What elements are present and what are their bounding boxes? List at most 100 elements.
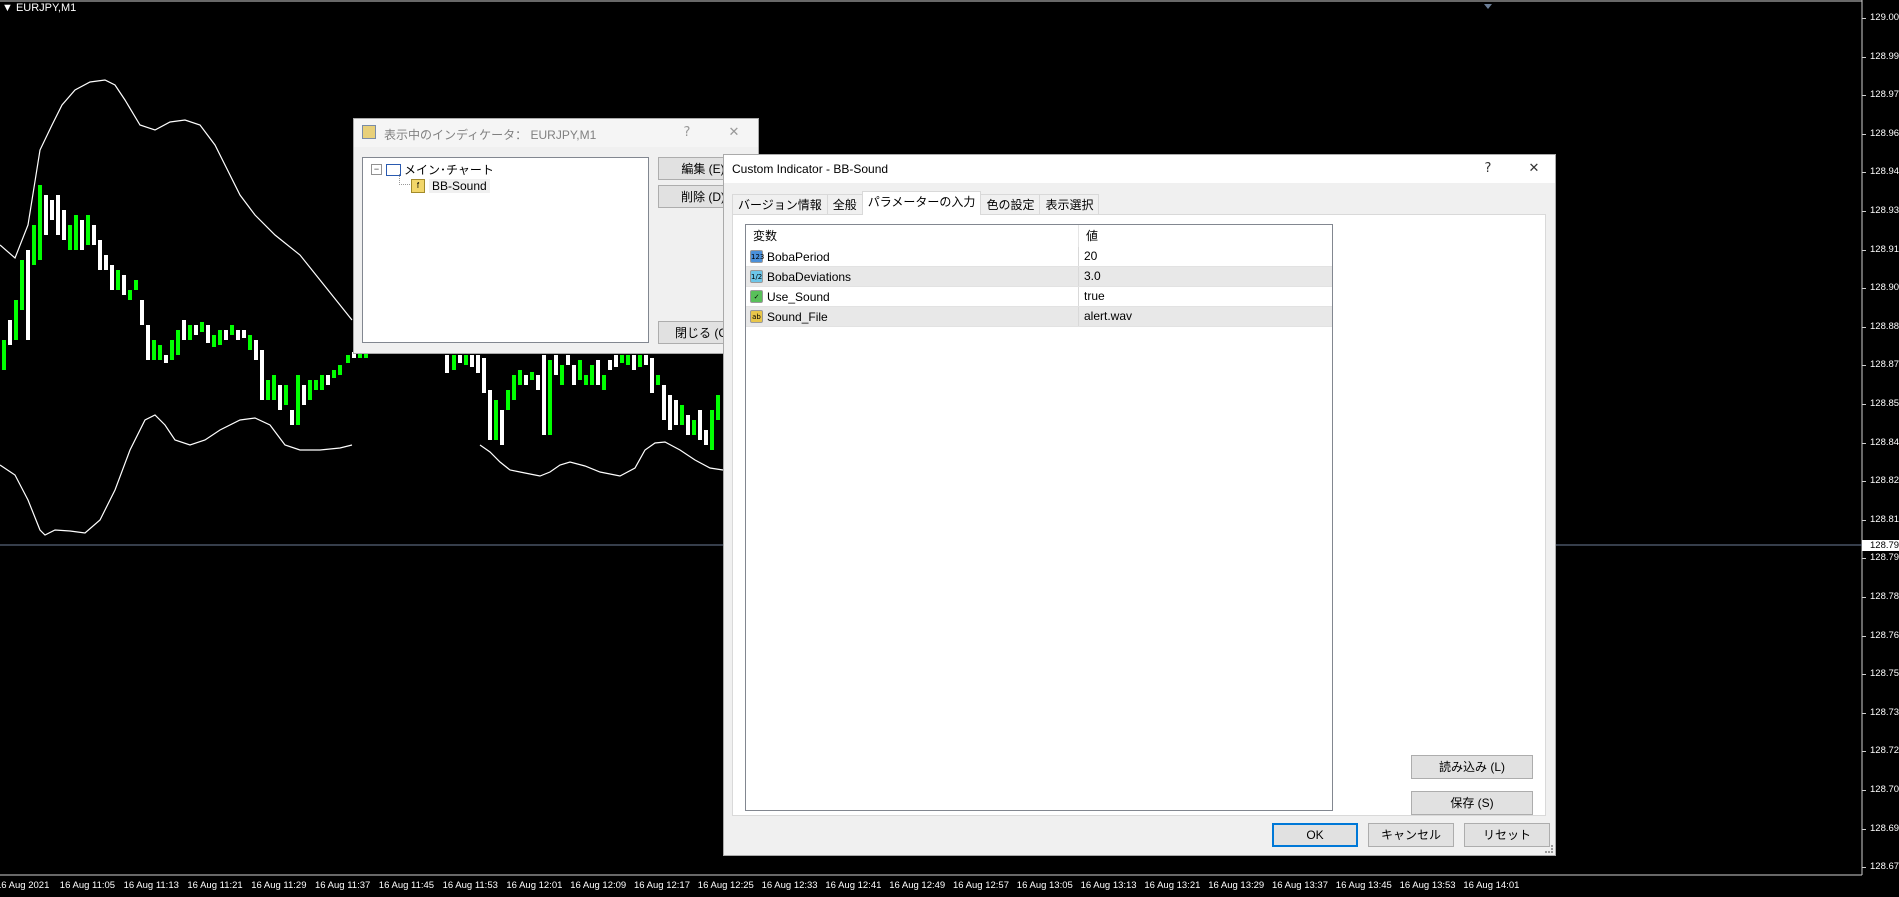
tree-item-bb-sound[interactable]: f BB-Sound <box>411 179 490 193</box>
tab-3[interactable]: 色の設定 <box>980 194 1041 215</box>
time-tick-label: 16 Aug 14:01 <box>1463 880 1520 891</box>
column-header-value[interactable]: 値 <box>1079 225 1332 247</box>
price-tick-label: 128.900 <box>1870 282 1899 294</box>
price-tick <box>1862 172 1866 174</box>
price-tick-label: 128.735 <box>1870 706 1899 718</box>
help-button[interactable]: ? <box>676 123 698 143</box>
price-tick <box>1862 751 1866 753</box>
time-tick-label: 16 Aug 11:13 <box>123 880 179 891</box>
price-tick-label: 128.810 <box>1870 513 1899 525</box>
indicator-tree[interactable]: − メイン･チャート f BB-Sound <box>362 157 649 343</box>
custom-indicator-titlebar[interactable]: Custom Indicator - BB-Sound ? ✕ <box>724 155 1555 183</box>
price-tick-label: 128.690 <box>1870 822 1899 834</box>
price-tick <box>1862 326 1866 328</box>
price-tick <box>1862 442 1866 444</box>
time-tick-label: 16 Aug 13:37 <box>1272 880 1328 891</box>
column-header-variable[interactable]: 変数 <box>746 225 1079 247</box>
price-tick-label: 128.870 <box>1870 359 1899 371</box>
time-tick-label: 16 Aug 11:29 <box>251 880 307 891</box>
tree-item-main-chart[interactable]: − メイン･チャート <box>371 161 494 178</box>
price-tick-label: 128.825 <box>1870 475 1899 487</box>
chart-symbol-label[interactable]: ▼ EURJPY,M1 <box>2 2 76 14</box>
indicators-window-icon <box>362 125 376 139</box>
cancel-button[interactable]: キャンセル <box>1368 823 1454 847</box>
parameters-pane: 変数 値 123 BobaPeriod 20 1/2 BobaDeviations 3.0… <box>732 214 1546 816</box>
save-button[interactable]: 保存 (S) <box>1411 791 1533 815</box>
time-tick-label: 16 Aug 13:13 <box>1080 880 1137 891</box>
tab-strip: バージョン情報 全般 パラメーターの入力 色の設定 表示選択 <box>732 191 1100 215</box>
load-button[interactable]: 読み込み (L) <box>1411 755 1533 779</box>
price-tick <box>1862 558 1866 560</box>
price-tick-label: 128.990 <box>1870 50 1899 62</box>
time-tick-label: 16 Aug 11:37 <box>315 880 371 891</box>
indicators-window: 表示中のインディケータ： EURJPY,M1 ? ✕ − メイン･チャート f … <box>353 118 759 354</box>
param-value-cell[interactable]: true <box>1079 287 1332 306</box>
time-tick-label: 16 Aug 11:45 <box>378 880 435 891</box>
time-tick-label: 16 Aug 12:09 <box>570 880 627 891</box>
param-value-cell[interactable]: 20 <box>1079 247 1332 266</box>
price-tick <box>1862 635 1866 637</box>
time-tick-label: 16 Aug 13:21 <box>1144 880 1201 891</box>
price-tick-label: 128.975 <box>1870 89 1899 101</box>
param-name-cell[interactable]: ab Sound_File <box>746 307 1079 326</box>
custom-indicator-dialog: Custom Indicator - BB-Sound ? ✕ バージョン情報全… <box>723 154 1556 856</box>
tab-0[interactable]: バージョン情報 <box>732 194 828 215</box>
current-price-label: 128.797 <box>1862 540 1899 551</box>
indicators-window-title: 表示中のインディケータ： EURJPY,M1 <box>384 128 597 142</box>
price-tick <box>1862 519 1866 521</box>
param-name-cell[interactable]: ✓ Use_Sound <box>746 287 1079 306</box>
price-tick <box>1862 288 1866 290</box>
time-tick-label: 16 Aug 12:25 <box>697 880 754 891</box>
resize-grip-icon[interactable] <box>1545 845 1553 853</box>
price-tick-label: 128.765 <box>1870 629 1899 641</box>
time-tick-label: 16 Aug 11:05 <box>59 880 116 891</box>
param-row[interactable]: ab Sound_File alert.wav <box>746 307 1332 327</box>
param-row[interactable]: 123 BobaPeriod 20 <box>746 247 1332 267</box>
price-tick <box>1862 404 1866 405</box>
lower-band <box>0 414 353 536</box>
tab-1[interactable]: 全般 <box>826 194 863 215</box>
tree-connector <box>399 174 410 185</box>
lower-band-right <box>479 441 724 477</box>
tab-4[interactable]: 表示選択 <box>1039 194 1100 215</box>
price-tick <box>1862 790 1866 791</box>
param-value-cell[interactable]: alert.wav <box>1079 307 1332 326</box>
price-tick <box>1862 481 1866 483</box>
price-tick <box>1862 867 1866 869</box>
indicators-titlebar[interactable]: 表示中のインディケータ： EURJPY,M1 ? ✕ <box>354 119 758 147</box>
param-name-cell[interactable]: 1/2 BobaDeviations <box>746 267 1079 286</box>
param-row[interactable]: ✓ Use_Sound true <box>746 287 1332 307</box>
price-tick-label: 128.855 <box>1870 398 1899 409</box>
price-tick-label: 128.675 <box>1870 861 1899 873</box>
collapse-icon[interactable]: − <box>371 164 382 175</box>
time-tick-label: 16 Aug 12:57 <box>953 880 1009 891</box>
price-tick-label: 128.840 <box>1870 436 1899 448</box>
price-tick-label: 128.720 <box>1870 745 1899 757</box>
price-tick <box>1862 674 1866 676</box>
param-row[interactable]: 1/2 BobaDeviations 3.0 <box>746 267 1332 287</box>
price-tick <box>1862 597 1866 598</box>
chart-menu-icon[interactable]: ▼ <box>2 2 13 14</box>
price-tick-label: 128.960 <box>1870 127 1899 139</box>
grid-header: 変数 値 <box>746 225 1332 247</box>
ok-button[interactable]: OK <box>1272 823 1358 847</box>
price-tick-label: 128.885 <box>1870 320 1899 332</box>
time-tick-label: 16 Aug 12:01 <box>506 880 563 891</box>
shift-marker-icon[interactable] <box>1484 4 1492 9</box>
param-value-cell[interactable]: 3.0 <box>1079 267 1332 286</box>
tab-2[interactable]: パラメーターの入力 <box>861 191 982 215</box>
close-icon[interactable]: ✕ <box>1523 159 1545 179</box>
indicator-icon: f <box>411 179 425 193</box>
param-name-cell[interactable]: 123 BobaPeriod <box>746 247 1079 266</box>
time-tick-label: 16 Aug 13:05 <box>1016 880 1073 891</box>
close-icon[interactable]: ✕ <box>723 123 745 143</box>
param-name: Use_Sound <box>767 289 830 304</box>
time-tick-label: 16 Aug 13:29 <box>1208 880 1265 891</box>
reset-button[interactable]: リセット <box>1464 823 1550 847</box>
time-tick-label: 16 Aug 12:41 <box>825 880 882 891</box>
price-tick <box>1862 56 1866 58</box>
param-type-icon: 1/2 <box>750 270 763 283</box>
parameters-grid[interactable]: 変数 値 123 BobaPeriod 20 1/2 BobaDeviations 3.0… <box>745 224 1333 811</box>
help-button[interactable]: ? <box>1477 159 1499 179</box>
time-tick-label: 16 Aug 12:17 <box>634 880 690 891</box>
